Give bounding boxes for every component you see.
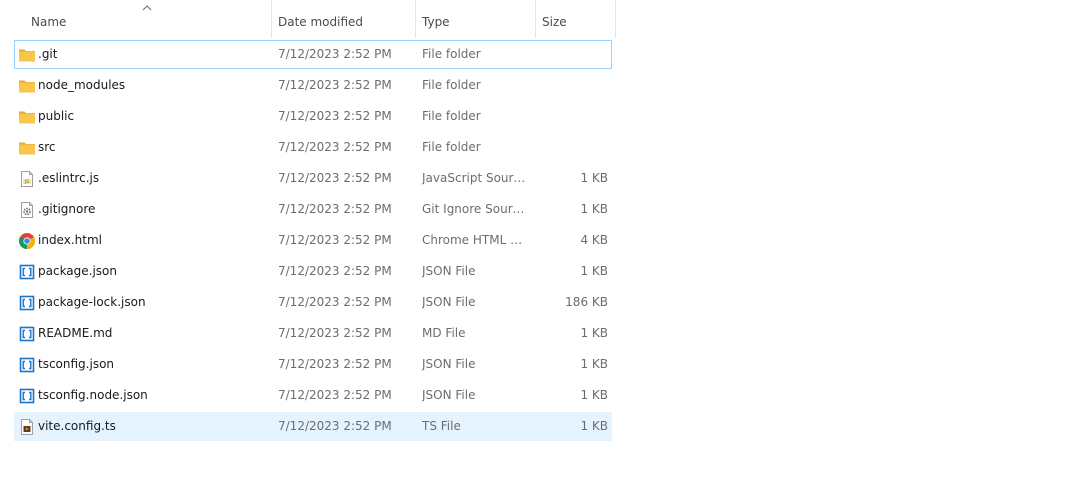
file-date-modified: 7/12/2023 2:52 PM <box>278 47 392 61</box>
file-type: Git Ignore Source ... <box>422 202 530 216</box>
file-size: 4 KB <box>580 233 608 247</box>
settings-file-icon <box>18 201 36 219</box>
file-size: 1 KB <box>580 171 608 185</box>
file-type: Chrome HTML Do... <box>422 233 530 247</box>
file-name: index.html <box>38 233 102 247</box>
column-header-row: Name Date modified Type Size <box>0 0 616 38</box>
file-type: File folder <box>422 140 481 154</box>
file-date-modified: 7/12/2023 2:52 PM <box>278 419 392 433</box>
file-row[interactable]: .git 7/12/2023 2:52 PM File folder <box>14 40 612 69</box>
column-header-type[interactable]: Type <box>416 0 536 38</box>
file-type: File folder <box>422 109 481 123</box>
vscode-file-icon <box>18 294 36 312</box>
file-type: File folder <box>422 47 481 61</box>
file-type: MD File <box>422 326 466 340</box>
file-name: .eslintrc.js <box>38 171 100 185</box>
vscode-file-icon <box>18 325 36 343</box>
file-type: JSON File <box>422 295 476 309</box>
file-date-modified: 7/12/2023 2:52 PM <box>278 388 392 402</box>
file-size: 1 KB <box>580 419 608 433</box>
file-date-modified: 7/12/2023 2:52 PM <box>278 357 392 371</box>
chrome-icon <box>18 232 36 250</box>
ts-file-icon <box>18 418 36 436</box>
file-type: JSON File <box>422 264 476 278</box>
file-size <box>536 103 608 130</box>
file-size: 1 KB <box>580 202 608 216</box>
file-size: 1 KB <box>580 326 608 340</box>
file-date-modified: 7/12/2023 2:52 PM <box>278 109 392 123</box>
file-row[interactable]: index.html 7/12/2023 2:52 PM Chrome HTML… <box>14 226 612 255</box>
file-size <box>536 72 608 99</box>
svg-text:JS: JS <box>24 179 29 185</box>
file-row[interactable]: JS .eslintrc.js 7/12/2023 2:52 PM JavaSc… <box>14 164 612 193</box>
column-header-date-modified[interactable]: Date modified <box>272 0 416 38</box>
file-row[interactable]: node_modules 7/12/2023 2:52 PM File fold… <box>14 71 612 100</box>
file-row[interactable]: package-lock.json 7/12/2023 2:52 PM JSON… <box>14 288 612 317</box>
file-name: package.json <box>38 264 118 278</box>
file-date-modified: 7/12/2023 2:52 PM <box>278 295 392 309</box>
vscode-file-icon <box>18 387 36 405</box>
file-row[interactable]: tsconfig.node.json 7/12/2023 2:52 PM JSO… <box>14 381 612 410</box>
file-row[interactable]: src 7/12/2023 2:52 PM File folder <box>14 133 612 162</box>
file-size: 186 KB <box>565 295 608 309</box>
file-date-modified: 7/12/2023 2:52 PM <box>278 140 392 154</box>
column-header-name[interactable]: Name <box>26 0 272 38</box>
file-type: TS File <box>422 419 461 433</box>
file-name: package-lock.json <box>38 295 146 309</box>
file-type: JavaScript Source ... <box>422 171 530 185</box>
file-type: JSON File <box>422 357 476 371</box>
folder-icon <box>18 139 36 157</box>
file-row[interactable]: README.md 7/12/2023 2:52 PM MD File 1 KB <box>14 319 612 348</box>
file-name: tsconfig.json <box>38 357 115 371</box>
file-name: tsconfig.node.json <box>38 388 148 402</box>
folder-icon <box>18 108 36 126</box>
file-date-modified: 7/12/2023 2:52 PM <box>278 202 392 216</box>
file-name: README.md <box>38 326 113 340</box>
file-name: src <box>38 140 56 154</box>
file-type: File folder <box>422 78 481 92</box>
file-type: JSON File <box>422 388 476 402</box>
file-date-modified: 7/12/2023 2:52 PM <box>278 264 392 278</box>
folder-icon <box>18 46 36 64</box>
file-size: 1 KB <box>580 357 608 371</box>
file-row[interactable]: package.json 7/12/2023 2:52 PM JSON File… <box>14 257 612 286</box>
vscode-file-icon <box>18 356 36 374</box>
js-file-icon: JS <box>18 170 36 188</box>
vscode-file-icon <box>18 263 36 281</box>
file-row[interactable]: public 7/12/2023 2:52 PM File folder <box>14 102 612 131</box>
file-row[interactable]: .gitignore 7/12/2023 2:52 PM Git Ignore … <box>14 195 612 224</box>
file-size <box>536 134 608 161</box>
file-date-modified: 7/12/2023 2:52 PM <box>278 233 392 247</box>
file-date-modified: 7/12/2023 2:52 PM <box>278 171 392 185</box>
file-date-modified: 7/12/2023 2:52 PM <box>278 78 392 92</box>
file-size: 1 KB <box>580 264 608 278</box>
folder-icon <box>18 77 36 95</box>
file-row[interactable]: tsconfig.json 7/12/2023 2:52 PM JSON Fil… <box>14 350 612 379</box>
file-date-modified: 7/12/2023 2:52 PM <box>278 326 392 340</box>
file-name: .gitignore <box>38 202 96 216</box>
file-size <box>536 41 608 68</box>
column-header-size[interactable]: Size <box>536 0 616 38</box>
file-size: 1 KB <box>580 388 608 402</box>
file-name: node_modules <box>38 78 126 92</box>
file-list-view: Name Date modified Type Size .git 7/12/2… <box>0 0 616 486</box>
file-name: public <box>38 109 75 123</box>
file-rows: .git 7/12/2023 2:52 PM File folder node_… <box>14 40 612 443</box>
file-name: vite.config.ts <box>38 419 116 433</box>
file-row[interactable]: vite.config.ts 7/12/2023 2:52 PM TS File… <box>14 412 612 441</box>
file-name: .git <box>38 47 58 61</box>
